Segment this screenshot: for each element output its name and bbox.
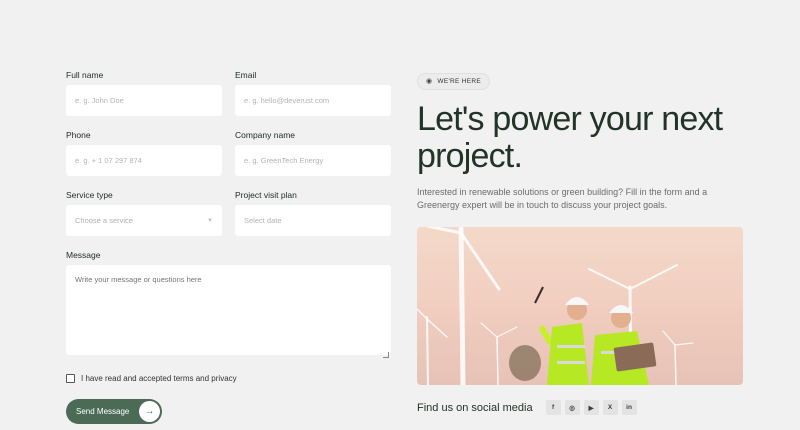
message-textarea[interactable] xyxy=(66,265,391,355)
page-title: Let's power your next project. xyxy=(417,99,723,175)
globe-icon: ◉ xyxy=(426,78,433,85)
terms-checkbox[interactable] xyxy=(66,374,75,383)
hero-description: Interested in renewable solutions or gre… xyxy=(417,186,708,210)
service-select-value: Choose a service xyxy=(75,216,133,225)
badge-label: WE'RE HERE xyxy=(437,77,482,85)
service-label: Service type xyxy=(66,190,113,200)
message-label: Message xyxy=(66,250,101,260)
contact-form: Full name Email Phone Company name Servi… xyxy=(66,70,391,424)
send-message-label: Send Message xyxy=(76,407,130,416)
were-here-badge: ◉ WE'RE HERE xyxy=(417,72,491,90)
hero-panel: ◉ WE'RE HERE Let's power your next proje… xyxy=(417,70,743,385)
form-row-2: Phone Company name xyxy=(66,130,391,176)
social-title: Find us on social media xyxy=(417,401,533,414)
company-group: Company name xyxy=(235,130,391,176)
facebook-icon[interactable]: f xyxy=(545,400,561,415)
full-name-group: Full name xyxy=(66,70,222,116)
phone-group: Phone xyxy=(66,130,222,176)
social-bar: Find us on social media f ◎ ▶ X in xyxy=(417,400,637,415)
terms-row: I have read and accepted terms and priva… xyxy=(66,374,391,383)
terms-label: I have read and accepted terms and priva… xyxy=(81,374,237,383)
email-input[interactable] xyxy=(235,85,391,116)
social-icons: f ◎ ▶ X in xyxy=(545,400,637,415)
arrow-right-icon: → xyxy=(139,401,160,422)
visit-group: Project visit plan xyxy=(235,190,391,236)
visit-label: Project visit plan xyxy=(235,190,297,200)
service-group: Service type Choose a service ▼ xyxy=(66,190,222,236)
company-label: Company name xyxy=(235,130,296,140)
message-group: Message xyxy=(66,250,391,360)
email-group: Email xyxy=(235,70,391,116)
phone-input[interactable] xyxy=(66,145,222,176)
instagram-icon[interactable]: ◎ xyxy=(564,400,580,415)
email-label: Email xyxy=(235,70,257,80)
chevron-down-icon: ▼ xyxy=(207,217,213,224)
wind-turbine-engineers-illustration xyxy=(417,226,694,385)
linkedin-icon[interactable]: in xyxy=(621,400,637,415)
visit-date-input[interactable] xyxy=(235,205,391,236)
full-name-label: Full name xyxy=(66,70,104,80)
form-row-3: Service type Choose a service ▼ Project … xyxy=(66,190,391,236)
full-name-input[interactable] xyxy=(66,85,222,116)
resize-grip-icon[interactable] xyxy=(383,352,389,358)
service-select[interactable]: Choose a service ▼ xyxy=(66,205,222,236)
youtube-icon[interactable]: ▶ xyxy=(583,400,599,415)
phone-label: Phone xyxy=(66,130,91,140)
hero-photo xyxy=(417,226,743,385)
send-message-button[interactable]: Send Message → xyxy=(66,399,162,424)
form-row-1: Full name Email xyxy=(66,70,391,116)
company-input[interactable] xyxy=(235,145,391,176)
x-icon[interactable]: X xyxy=(602,400,618,415)
